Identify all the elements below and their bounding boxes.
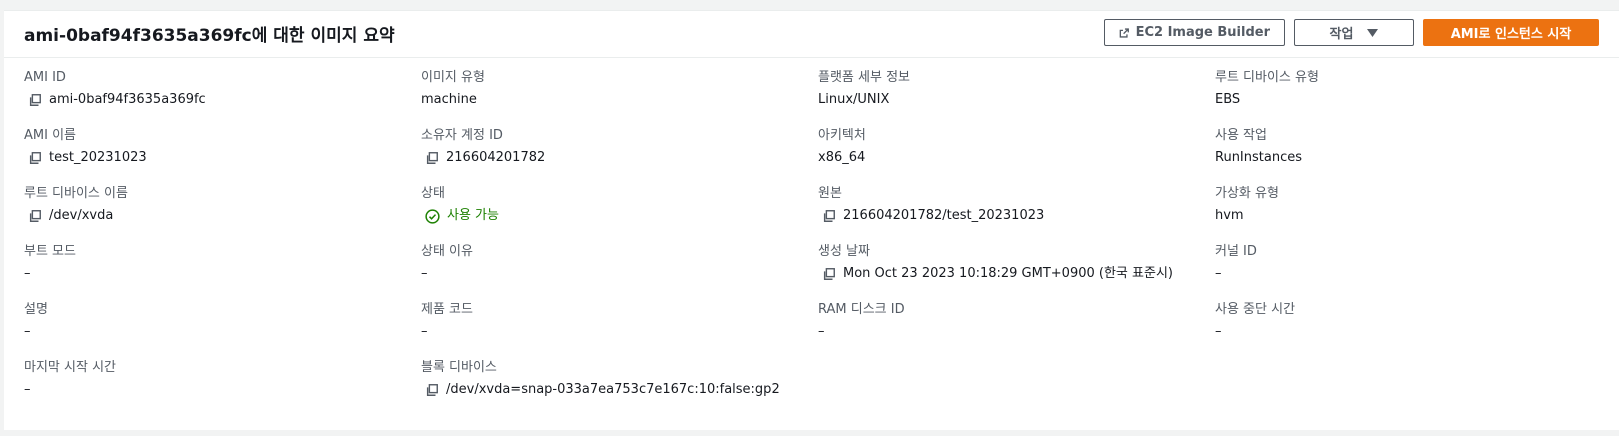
field-label: RAM 디스크 ID xyxy=(818,302,905,317)
field-label: 부트 모드 xyxy=(24,244,76,259)
field-virtualization: 가상화 유형 hvm xyxy=(1215,185,1595,243)
product-code-value: – xyxy=(421,324,428,339)
field-label: 커널 ID xyxy=(1215,244,1257,259)
root-device-name-value: /dev/xvda xyxy=(49,208,114,223)
field-label: 소유자 계정 ID xyxy=(421,128,503,143)
field-ami-name: AMI 이름 test_20231023 xyxy=(24,127,421,185)
details-grid: AMI ID ami-0baf94f3635a369fc 이미지 유형 mach… xyxy=(24,69,1595,417)
field-label: 가상화 유형 xyxy=(1215,186,1279,201)
field-ami-id: AMI ID ami-0baf94f3635a369fc xyxy=(24,69,421,127)
field-label: 상태 xyxy=(421,186,445,201)
copy-icon[interactable] xyxy=(28,151,42,165)
copy-icon[interactable] xyxy=(425,151,439,165)
field-deprecation-time: 사용 중단 시간 – xyxy=(1215,301,1595,359)
field-owner-id: 소유자 계정 ID 216604201782 xyxy=(421,127,818,185)
field-label: AMI 이름 xyxy=(24,128,76,143)
copy-icon[interactable] xyxy=(425,383,439,397)
field-block-devices: 블록 디바이스 /dev/xvda=snap-033a7ea753c7e167c… xyxy=(421,359,818,417)
header-actions: EC2 Image Builder 작업 AMI로 인스턴스 시작 xyxy=(1104,19,1599,46)
field-kernel-id: 커널 ID – xyxy=(1215,243,1595,301)
field-label: 이미지 유형 xyxy=(421,70,485,85)
field-platform: 플랫폼 세부 정보 Linux/UNIX xyxy=(818,69,1215,127)
creation-date-value: Mon Oct 23 2023 10:18:29 GMT+0900 (한국 표준… xyxy=(843,266,1173,281)
field-label: 플랫폼 세부 정보 xyxy=(818,70,910,85)
field-label: 상태 이유 xyxy=(421,244,473,259)
status-indicator: 사용 가능 xyxy=(421,207,818,225)
actions-label: 작업 xyxy=(1329,27,1354,42)
field-label: 제품 코드 xyxy=(421,302,473,317)
field-label: 루트 디바이스 이름 xyxy=(24,186,128,201)
usage-operation-value: RunInstances xyxy=(1215,150,1302,165)
field-label: 블록 디바이스 xyxy=(421,360,497,375)
field-usage-operation: 사용 작업 RunInstances xyxy=(1215,127,1595,185)
platform-value: Linux/UNIX xyxy=(818,92,890,107)
block-devices-value: /dev/xvda=snap-033a7ea753c7e167c:10:fals… xyxy=(446,382,780,397)
field-label: 사용 작업 xyxy=(1215,128,1267,143)
field-ram-disk-id: RAM 디스크 ID – xyxy=(818,301,1215,359)
field-value: 216604201782/test_20231023 xyxy=(818,207,1215,225)
source-value: 216604201782/test_20231023 xyxy=(843,208,1045,223)
image-summary-panel: ami-0baf94f3635a369fc에 대한 이미지 요약 EC2 Ima… xyxy=(4,10,1619,430)
field-product-code: 제품 코드 – xyxy=(421,301,818,359)
field-value: 216604201782 xyxy=(421,149,818,167)
field-boot-mode: 부트 모드 – xyxy=(24,243,421,301)
field-value: ami-0baf94f3635a369fc xyxy=(24,91,421,109)
field-value: test_20231023 xyxy=(24,149,421,167)
image-type-value: machine xyxy=(421,92,477,107)
last-launch-time-value: – xyxy=(24,382,31,397)
owner-id-value: 216604201782 xyxy=(446,150,546,165)
state-reason-value: – xyxy=(421,266,428,281)
field-label: 설명 xyxy=(24,302,48,317)
root-device-type-value: EBS xyxy=(1215,92,1241,107)
field-image-type: 이미지 유형 machine xyxy=(421,69,818,127)
launch-instance-label: AMI로 인스턴스 시작 xyxy=(1450,27,1572,42)
field-architecture: 아키텍처 x86_64 xyxy=(818,127,1215,185)
deprecation-time-value: – xyxy=(1215,324,1222,339)
copy-icon[interactable] xyxy=(28,93,42,107)
external-link-icon xyxy=(1119,27,1129,38)
ami-id-value: ami-0baf94f3635a369fc xyxy=(49,92,206,107)
field-state-reason: 상태 이유 – xyxy=(421,243,818,301)
field-state: 상태 사용 가능 xyxy=(421,185,818,243)
ec2-image-builder-button[interactable]: EC2 Image Builder xyxy=(1104,19,1285,46)
page-title: ami-0baf94f3635a369fc에 대한 이미지 요약 xyxy=(24,26,395,46)
copy-icon[interactable] xyxy=(822,209,836,223)
field-value: /dev/xvda=snap-033a7ea753c7e167c:10:fals… xyxy=(421,381,818,399)
caret-down-icon xyxy=(1367,28,1379,37)
launch-instance-from-ami-button[interactable]: AMI로 인스턴스 시작 xyxy=(1423,19,1599,46)
ami-name-value: test_20231023 xyxy=(49,150,147,165)
ec2-image-builder-label: EC2 Image Builder xyxy=(1135,25,1270,40)
field-source: 원본 216604201782/test_20231023 xyxy=(818,185,1215,243)
ram-disk-id-value: – xyxy=(818,324,825,339)
kernel-id-value: – xyxy=(1215,266,1222,281)
field-label: 원본 xyxy=(818,186,842,201)
copy-icon[interactable] xyxy=(28,209,42,223)
field-creation-date: 생성 날짜 Mon Oct 23 2023 10:18:29 GMT+0900 … xyxy=(818,243,1215,301)
field-last-launch-time: 마지막 시작 시간 – xyxy=(24,359,421,417)
field-root-device-type: 루트 디바이스 유형 EBS xyxy=(1215,69,1595,127)
field-label: 아키텍처 xyxy=(818,128,866,143)
field-value: Mon Oct 23 2023 10:18:29 GMT+0900 (한국 표준… xyxy=(818,265,1215,283)
virtualization-value: hvm xyxy=(1215,208,1244,223)
field-root-device-name: 루트 디바이스 이름 /dev/xvda xyxy=(24,185,421,243)
check-circle-icon xyxy=(425,208,440,224)
field-label: 루트 디바이스 유형 xyxy=(1215,70,1319,85)
architecture-value: x86_64 xyxy=(818,150,866,165)
panel-header: ami-0baf94f3635a369fc에 대한 이미지 요약 EC2 Ima… xyxy=(4,11,1619,58)
field-label: AMI ID xyxy=(24,70,66,85)
field-label: 마지막 시작 시간 xyxy=(24,360,116,375)
actions-dropdown-button[interactable]: 작업 xyxy=(1294,19,1414,46)
boot-mode-value: – xyxy=(24,266,31,281)
description-value: – xyxy=(24,324,31,339)
field-description: 설명 – xyxy=(24,301,421,359)
copy-icon[interactable] xyxy=(822,267,836,281)
state-value: 사용 가능 xyxy=(447,208,499,223)
field-label: 사용 중단 시간 xyxy=(1215,302,1296,317)
field-label: 생성 날짜 xyxy=(818,244,870,259)
field-value: /dev/xvda xyxy=(24,207,421,225)
